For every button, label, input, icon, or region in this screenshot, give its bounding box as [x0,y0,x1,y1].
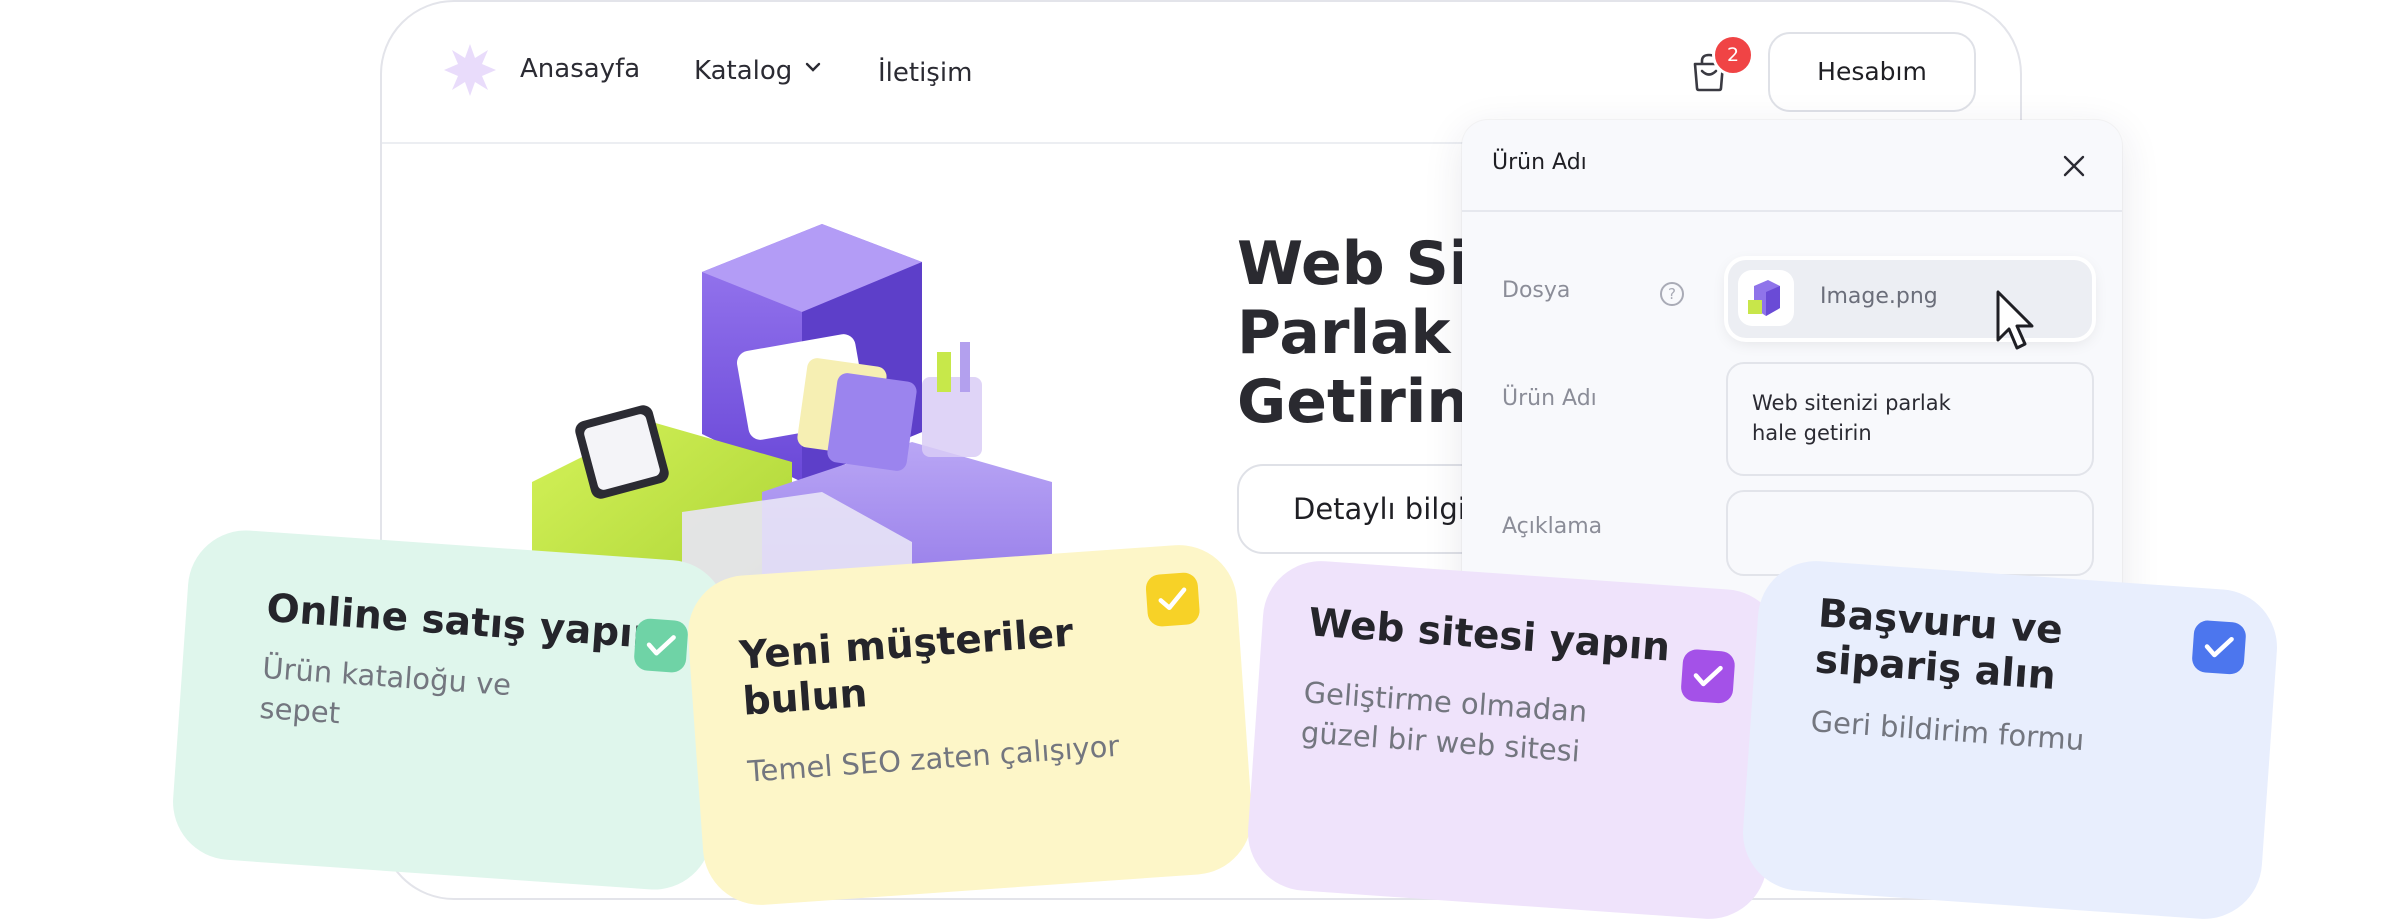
product-name-input[interactable]: Web sitenizi parlak hale getirin [1726,362,2094,476]
feature-card-title: Online satış yapın [265,586,662,659]
feature-card-subtitle: Geri bildirim formu [1809,704,2086,758]
nav-link-catalog[interactable]: Katalog [694,56,792,86]
feature-card-title: Başvuru ve sipariş alın [1813,591,2065,699]
product-edit-panel: Ürün Adı Dosya ? Image.png Ürün Adı Web … [1462,120,2122,640]
feature-card-subtitle: Geliştirme olmadan güzel bir web sitesi [1299,675,1589,769]
product-name-label: Ürün Adı [1502,386,1597,411]
description-input[interactable] [1726,490,2094,576]
logo-icon[interactable] [442,42,498,98]
feature-card-new-customers: Yeni müşteriler bulun Temel SEO zaten ça… [684,541,1256,909]
feature-card-applications: Başvuru ve sipariş alın Geri bildirim fo… [1739,557,2281,923]
product-name-value: Web sitenizi parlak hale getirin [1752,391,1951,445]
cart-count-badge: 2 [1712,34,1754,76]
account-button[interactable]: Hesabım [1768,32,1976,112]
file-thumbnail [1738,270,1794,326]
feature-card-subtitle: Ürün kataloğu ve sepet [258,650,513,731]
feature-card-title: Yeni müşteriler bulun [738,610,1075,725]
check-icon [2191,619,2247,676]
check-icon [1680,648,1736,705]
file-name: Image.png [1820,284,1938,309]
check-icon [1144,571,1201,628]
check-icon [633,617,689,674]
file-field-label: Dosya [1502,278,1571,303]
feature-card-build-website: Web sitesi yapın Geliştirme olmadan güze… [1244,557,1786,923]
mouse-cursor-icon [1996,290,2034,350]
help-icon[interactable]: ? [1660,282,1684,306]
details-button[interactable]: Detaylı bilgi [1237,464,1487,554]
feature-card-sell-online: Online satış yapın Ürün kataloğu ve sepe… [169,526,731,894]
nav-link-contact[interactable]: İletişim [878,58,972,88]
description-label: Açıklama [1502,514,1603,539]
feature-card-subtitle: Temel SEO zaten çalışıyor [746,728,1121,789]
feature-card-title: Web sitesi yapın [1307,600,1672,671]
close-icon[interactable] [2062,154,2086,178]
nav-link-home[interactable]: Anasayfa [520,54,640,84]
chevron-down-icon[interactable] [804,60,822,74]
panel-header: Ürün Adı [1462,120,2122,212]
panel-title: Ürün Adı [1492,150,1587,175]
